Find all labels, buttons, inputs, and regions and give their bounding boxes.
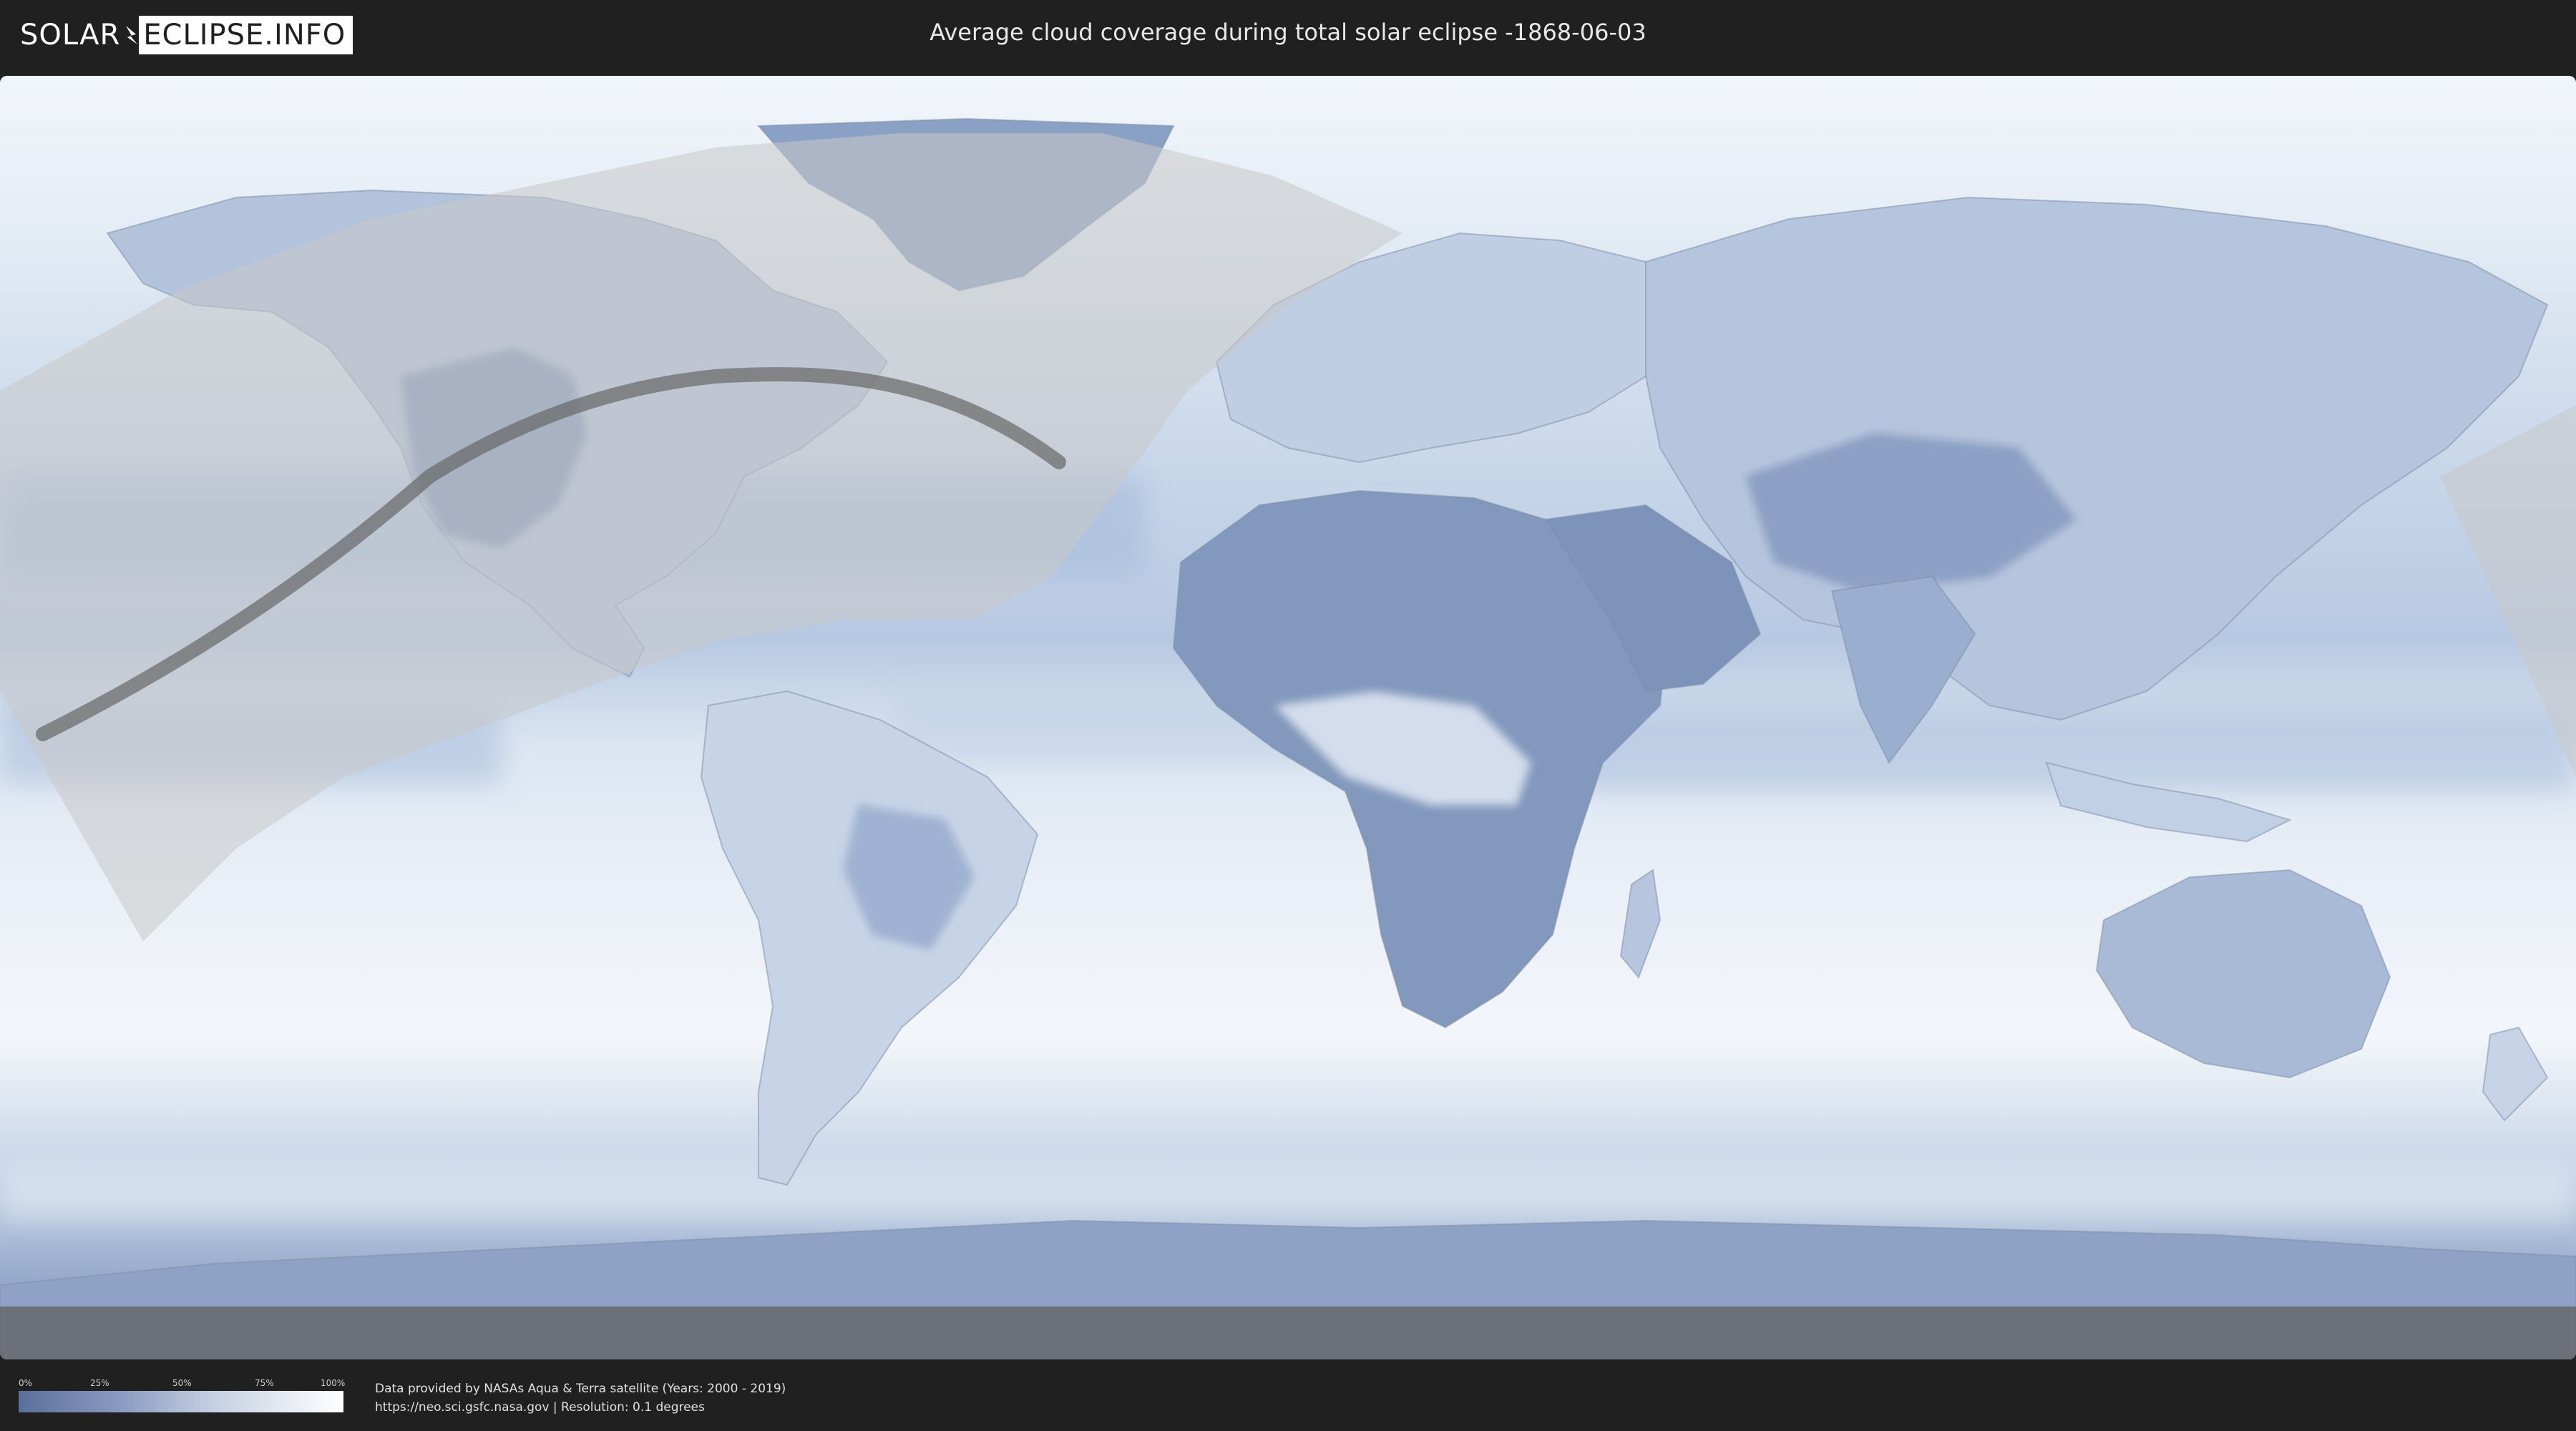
header-bar: SOLAR ECLIPSE.INFO Average cloud coverag… bbox=[0, 0, 2576, 72]
credits-line-source: Data provided by NASAs Aqua & Terra sate… bbox=[375, 1382, 786, 1396]
legend-tick-0: 0% bbox=[19, 1378, 33, 1388]
legend-tick-75: 75% bbox=[255, 1378, 274, 1388]
cloud-coverage-legend: 0% 25% 50% 75% 100% bbox=[19, 1377, 346, 1412]
page-title: Average cloud coverage during total sola… bbox=[930, 19, 1646, 46]
legend-tick-25: 25% bbox=[90, 1378, 109, 1388]
credits-line-url[interactable]: https://neo.sci.gsfc.nasa.gov | Resoluti… bbox=[375, 1398, 786, 1417]
legend-tick-100: 100% bbox=[321, 1378, 346, 1388]
world-map-svg bbox=[0, 76, 2576, 1359]
legend-ticks: 0% 25% 50% 75% 100% bbox=[19, 1377, 346, 1391]
data-credits: Data provided by NASAs Aqua & Terra sate… bbox=[375, 1379, 786, 1417]
legend-tick-50: 50% bbox=[172, 1378, 192, 1388]
legend-color-bar bbox=[19, 1391, 343, 1412]
cloud-coverage-map[interactable] bbox=[0, 76, 2576, 1359]
footer-bar: 0% 25% 50% 75% 100% Data provided by NAS… bbox=[0, 1359, 2576, 1431]
polar-edge-band bbox=[0, 1307, 2576, 1359]
app-root: SOLAR ECLIPSE.INFO Average cloud coverag… bbox=[0, 0, 2576, 1431]
